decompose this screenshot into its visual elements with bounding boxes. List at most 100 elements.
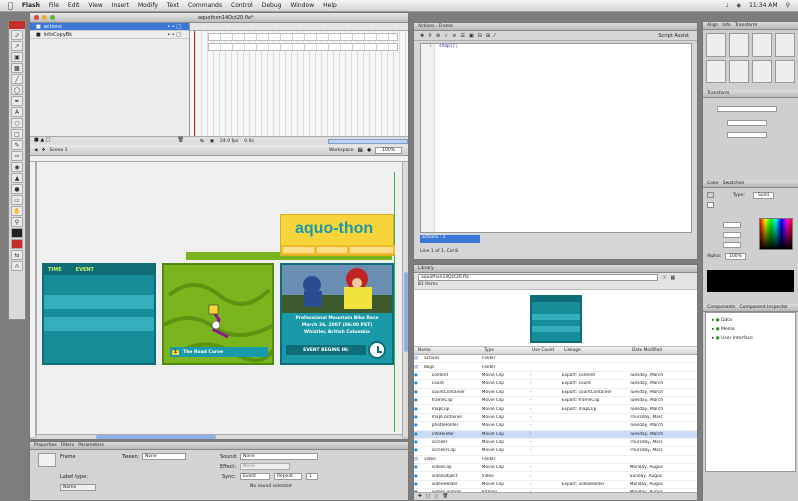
text-tool-icon[interactable]: A <box>11 107 23 117</box>
script-editor[interactable]: 1 stop(); <box>420 43 692 233</box>
script-nav-tab[interactable]: actions : 1 <box>420 235 480 243</box>
add-folder-icon[interactable]: □ <box>46 137 51 143</box>
library-row[interactable]: ● videoClip Movie Clip - Monday, Augus <box>414 464 697 473</box>
library-row[interactable]: ▤ video Folder <box>414 456 697 465</box>
align-top-icon[interactable] <box>775 33 795 57</box>
properties-tab[interactable]: Properties <box>34 443 57 448</box>
stage-horizontal-scrollbar[interactable] <box>36 434 402 439</box>
red-input[interactable] <box>723 222 741 228</box>
parameters-tab[interactable]: Parameters <box>78 443 104 448</box>
minimize-icon[interactable] <box>42 15 47 20</box>
menu-edit[interactable]: Edit <box>68 2 80 9</box>
alpha-input[interactable]: 100% <box>725 253 746 260</box>
repeat-select[interactable]: Repeat <box>274 473 302 480</box>
add-item-icon[interactable]: ✚ <box>420 33 424 39</box>
col-type[interactable]: Type <box>484 348 532 353</box>
library-tab[interactable]: Library <box>418 266 434 271</box>
target-icon[interactable]: ⊕ <box>436 33 440 39</box>
col-name[interactable]: Name <box>414 348 484 353</box>
align-center-icon[interactable] <box>729 33 749 57</box>
col-use-count[interactable]: Use Count <box>532 348 564 353</box>
snap-icon[interactable]: ∩ <box>11 261 23 271</box>
library-row[interactable]: ● photoHolder Movie Clip - Tuesday, March <box>414 422 697 431</box>
effect-select[interactable]: None <box>240 463 290 470</box>
color-tab[interactable]: Color <box>707 181 719 186</box>
lasso-tool-icon[interactable]: ◯ <box>11 85 23 95</box>
components-tab[interactable]: Components <box>707 305 735 310</box>
zoom-tool-icon[interactable]: ⚲ <box>11 217 23 227</box>
center-frame-icon[interactable]: ↹ <box>200 139 204 144</box>
stage-vertical-scrollbar[interactable] <box>402 162 408 437</box>
component-inspector-tab[interactable]: Component Inspector <box>739 305 788 310</box>
stroke-color-icon[interactable] <box>11 228 23 238</box>
subselect-tool-icon[interactable]: ↗ <box>11 41 23 51</box>
oval-tool-icon[interactable]: ○ <box>11 118 23 128</box>
fill-color-icon[interactable] <box>11 239 23 249</box>
fill-swatch-icon[interactable] <box>707 202 714 208</box>
sync-select[interactable]: Event <box>240 473 270 480</box>
swatches-tab[interactable]: Swatches <box>723 181 745 186</box>
menu-modify[interactable]: Modify <box>138 2 158 9</box>
library-row[interactable]: ● infoHolder Movie Clip - Tuesday, March <box>414 430 697 439</box>
layer-visibility-icon[interactable]: • • □ <box>167 32 189 38</box>
library-row[interactable]: ● mapClip Movie Clip - Export: mapClip Tuesda… <box>414 405 697 414</box>
menu-control[interactable]: Control <box>231 2 253 9</box>
add-guide-icon[interactable]: ▲ <box>40 137 44 143</box>
transform-width-input[interactable] <box>717 106 777 112</box>
skew-input[interactable] <box>727 132 767 138</box>
align-left-icon[interactable] <box>706 33 726 57</box>
edit-scene-icon[interactable]: 🎬 <box>358 148 364 153</box>
disclosure-icon[interactable]: ▸ <box>712 318 714 323</box>
code-line[interactable]: stop(); <box>439 44 458 49</box>
rectangle-tool-icon[interactable]: □ <box>11 129 23 139</box>
hand-tool-icon[interactable]: ✋ <box>11 206 23 216</box>
menu-insert[interactable]: Insert <box>112 2 129 9</box>
library-row[interactable]: ● mapContainer Movie Clip - Thursday, Marc <box>414 414 697 423</box>
library-row[interactable]: ● frameClip Movie Clip - Export: frameClip Tu… <box>414 397 697 406</box>
library-row[interactable]: ▤ actions Folder <box>414 355 697 364</box>
distribute-right-icon[interactable] <box>752 59 772 83</box>
library-row[interactable]: ● content Movie Clip - Export: content Tuesda… <box>414 372 697 381</box>
layer-row-infocopy[interactable]: ■ infoCopyBk • • □ <box>30 31 189 39</box>
clock[interactable]: 11:34 AM <box>749 2 777 9</box>
scene-tab[interactable]: Scene 1 <box>50 148 68 153</box>
menu-view[interactable]: View <box>89 2 103 9</box>
wifi-icon[interactable]: ◈ <box>736 2 741 9</box>
close-icon[interactable] <box>34 15 39 20</box>
check-syntax-icon[interactable]: ✓ <box>444 33 448 39</box>
library-list[interactable]: ▤ actions Folder ▤ bkgs Folder ● content Movie C… <box>414 355 697 497</box>
add-layer-icon[interactable]: ■ <box>34 137 39 143</box>
distribute-center-icon[interactable] <box>729 59 749 83</box>
frame-row-infocopy[interactable] <box>208 43 398 51</box>
color-type-select[interactable]: Solid <box>753 192 774 199</box>
guide-line[interactable] <box>394 172 395 432</box>
expand-icon[interactable]: ⊞ <box>486 33 490 39</box>
ink-bottle-tool-icon[interactable]: ◉ <box>11 162 23 172</box>
free-transform-tool-icon[interactable]: ▣ <box>11 52 23 62</box>
pin-icon[interactable]: ☉ <box>662 275 666 281</box>
pencil-tool-icon[interactable]: ✎ <box>11 140 23 150</box>
repeat-count-input[interactable]: 1 <box>306 473 318 480</box>
info-tab[interactable]: Info <box>722 23 731 28</box>
timeline-scrollbar[interactable] <box>328 138 408 144</box>
auto-format-icon[interactable]: ≡ <box>452 33 456 39</box>
layer-row-actions[interactable]: ■ actions • • □ <box>30 23 189 31</box>
align-right-icon[interactable] <box>752 33 772 57</box>
stroke-swatch-icon[interactable] <box>707 192 714 198</box>
apple-icon[interactable]:  <box>8 1 13 10</box>
script-assist-button[interactable]: Script Assist <box>658 33 697 39</box>
volume-icon[interactable]: ♩ <box>726 2 729 9</box>
library-row[interactable]: ● videoObject Video - Sunday, Augus <box>414 472 697 481</box>
debug-options-icon[interactable]: ▣ <box>469 33 474 39</box>
distribute-left-icon[interactable] <box>706 59 726 83</box>
library-row[interactable]: ● scroller Movie Clip - Thursday, Marc <box>414 439 697 448</box>
menu-file[interactable]: File <box>49 2 59 9</box>
library-row[interactable]: ● countContainer Movie Clip - Export: countC… <box>414 389 697 397</box>
menu-help[interactable]: Help <box>323 2 337 9</box>
blue-input[interactable] <box>723 242 741 248</box>
zoom-select[interactable]: 100% <box>375 146 402 154</box>
eyedropper-tool-icon[interactable]: ● <box>11 184 23 194</box>
zoom-icon[interactable] <box>50 15 55 20</box>
collapse-icon[interactable]: ⊟ <box>478 33 482 39</box>
frame-row-actions[interactable] <box>190 32 408 41</box>
